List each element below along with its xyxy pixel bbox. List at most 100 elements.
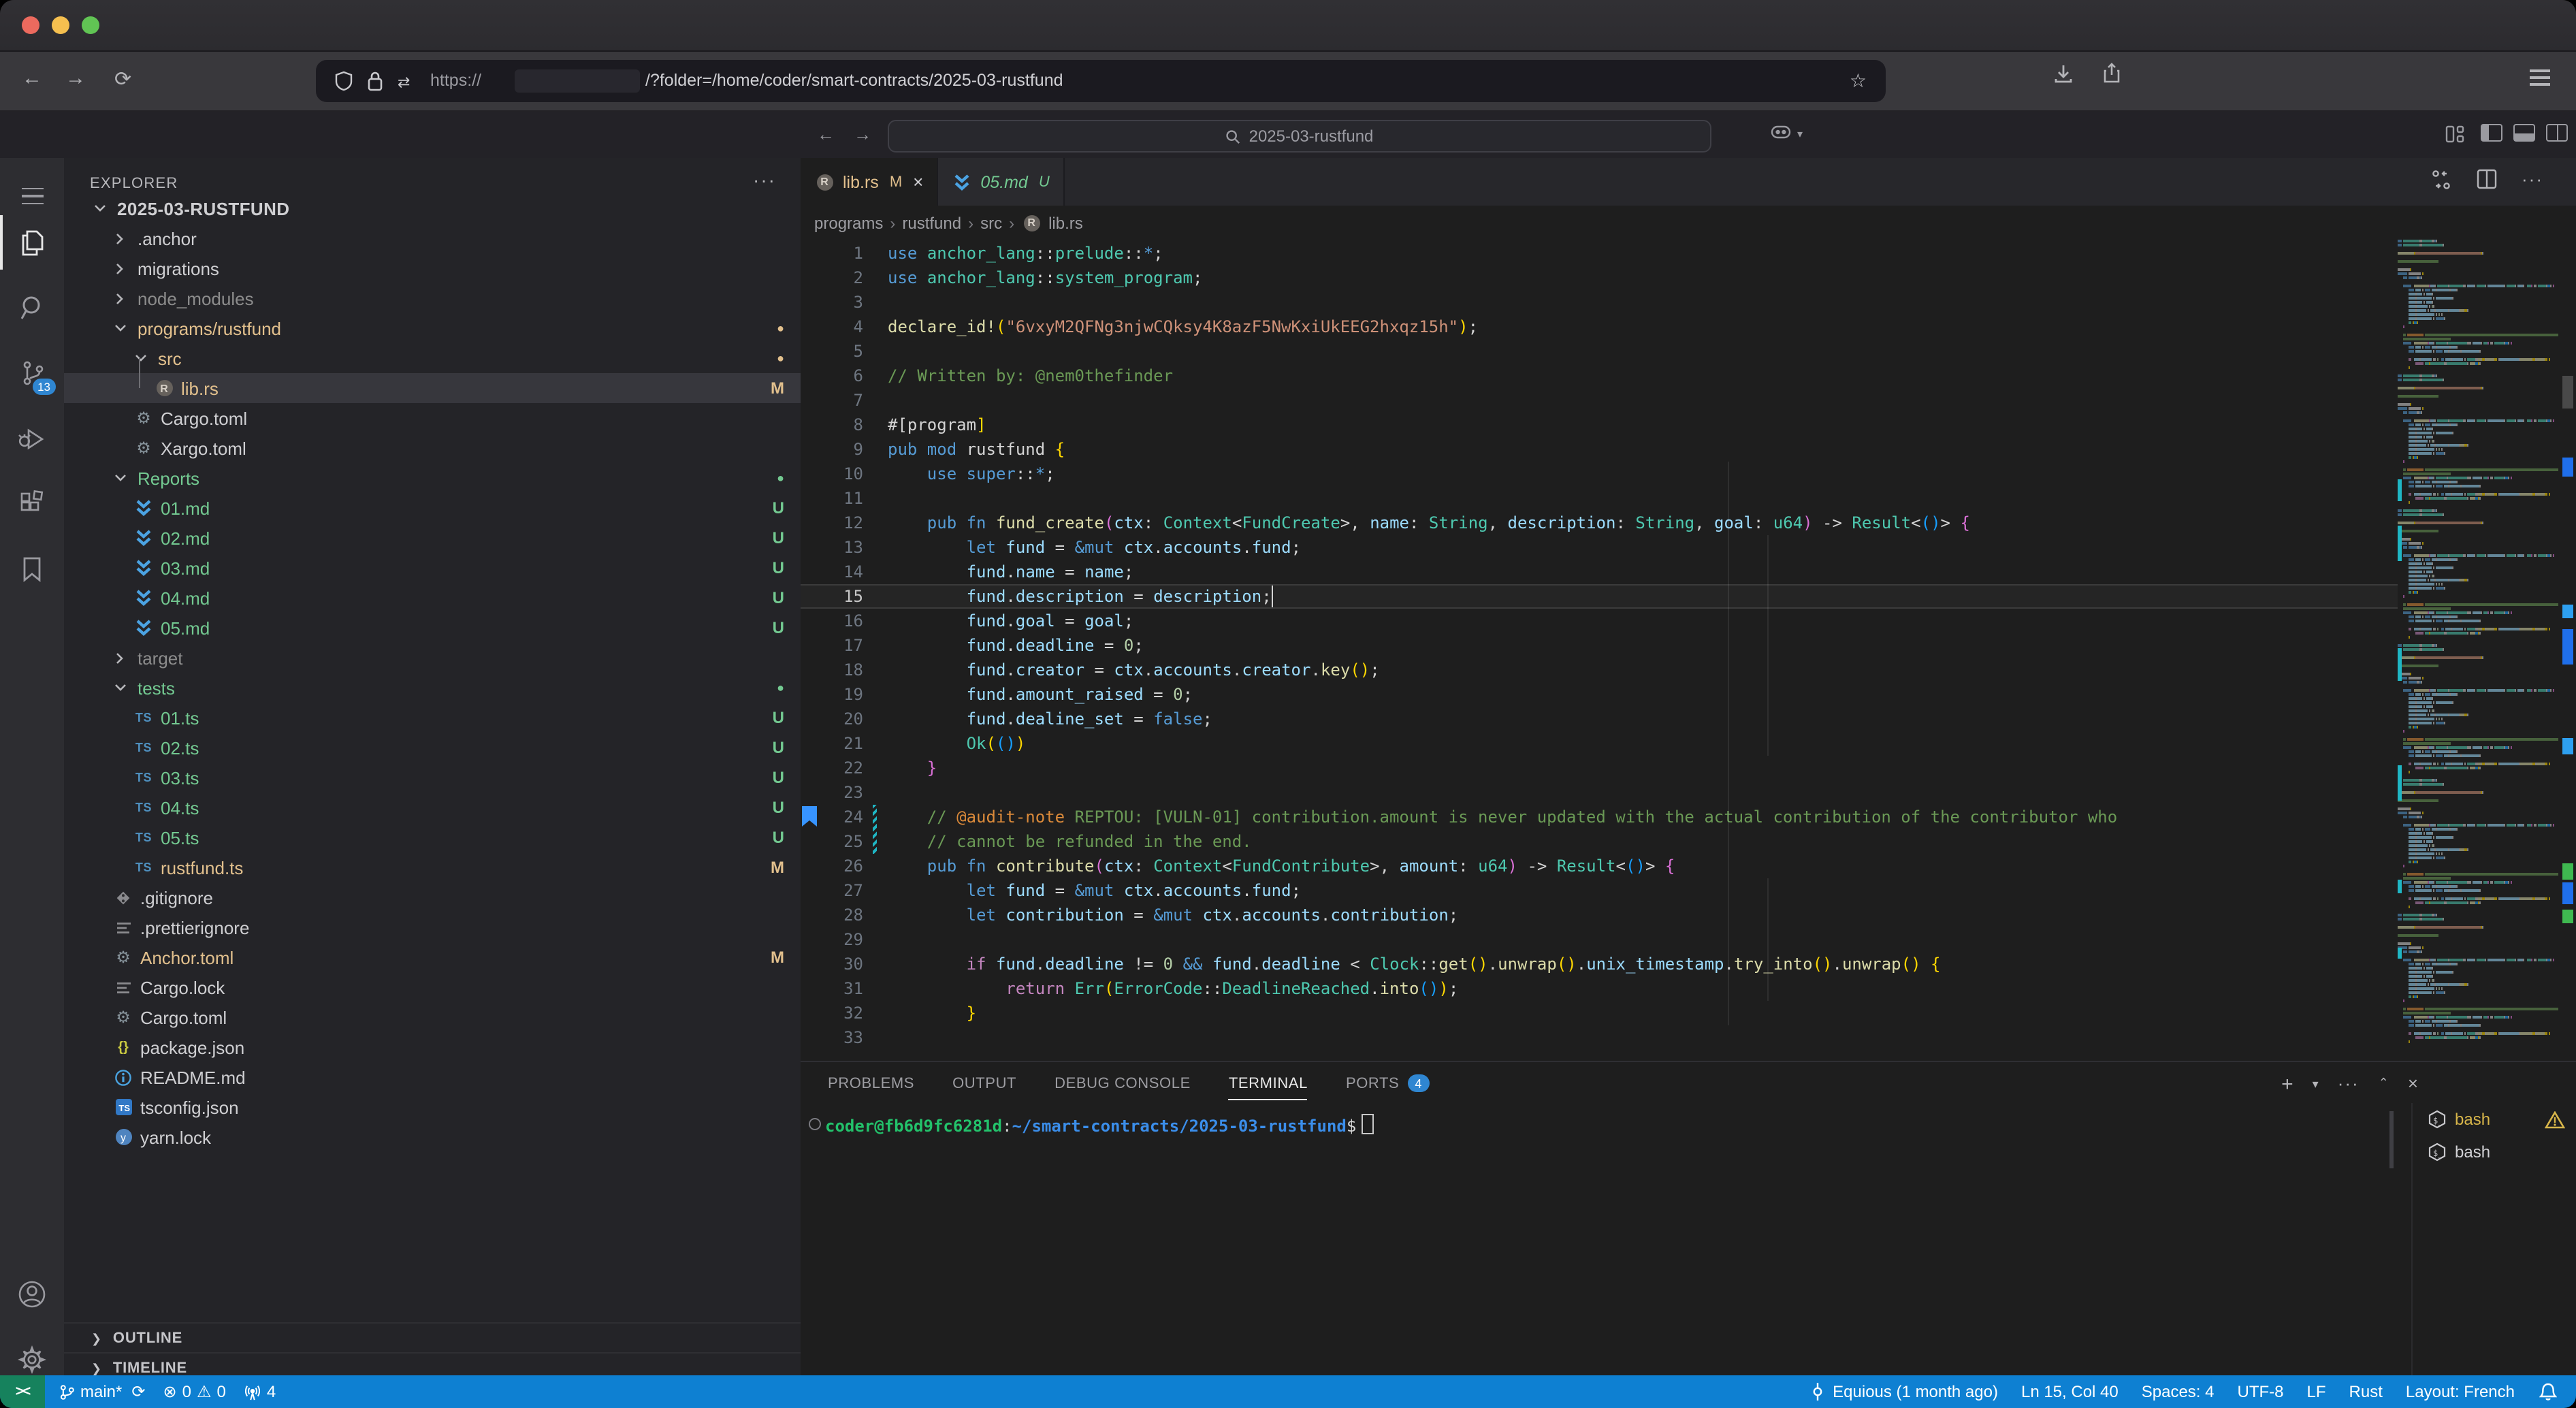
tree-item-01-ts[interactable]: TS01.tsU bbox=[64, 703, 801, 733]
panel-tab-terminal[interactable]: TERMINAL bbox=[1229, 1076, 1308, 1100]
tree-item-03-ts[interactable]: TS03.tsU bbox=[64, 763, 801, 793]
panel-tab-problems[interactable]: PROBLEMS bbox=[828, 1075, 914, 1091]
tree-item-cargo-toml[interactable]: ⚙Cargo.toml bbox=[64, 403, 801, 433]
panel-more-icon[interactable]: ··· bbox=[2338, 1073, 2360, 1096]
tree-item--prettierignore[interactable]: .prettierignore bbox=[64, 912, 801, 942]
terminal-dropdown-icon[interactable]: ▾ bbox=[2313, 1077, 2319, 1096]
tree-item-02-ts[interactable]: TS02.tsU bbox=[64, 733, 801, 763]
lock-icon[interactable] bbox=[368, 71, 383, 91]
tree-item-tests[interactable]: tests● bbox=[64, 673, 801, 703]
tree-item-readme-md[interactable]: README.md bbox=[64, 1062, 801, 1092]
toggle-secondary-sidebar-icon[interactable] bbox=[2546, 124, 2568, 142]
tree-item-anchor-toml[interactable]: ⚙Anchor.tomlM bbox=[64, 942, 801, 972]
explorer-activity-icon[interactable] bbox=[0, 215, 64, 270]
tree-item-04-ts[interactable]: TS04.tsU bbox=[64, 793, 801, 822]
outline-section[interactable]: ❯ OUTLINE bbox=[64, 1322, 801, 1354]
tree-item-cargo-lock[interactable]: Cargo.lock bbox=[64, 972, 801, 1002]
tree-item-2025-03-rustfund[interactable]: 2025-03-RUSTFUND bbox=[64, 193, 801, 223]
status-language-mode[interactable]: Rust bbox=[2349, 1382, 2383, 1401]
tree-item-03-md[interactable]: 03.mdU bbox=[64, 553, 801, 583]
panel-tab-debug-console[interactable]: DEBUG CONSOLE bbox=[1054, 1075, 1191, 1091]
toggle-sidebar-icon[interactable] bbox=[2481, 124, 2502, 142]
copilot-chevron-icon[interactable]: ▾ bbox=[1797, 128, 1803, 140]
overview-ruler[interactable] bbox=[2560, 240, 2576, 1061]
tree-item-04-md[interactable]: 04.mdU bbox=[64, 583, 801, 613]
tree-item-05-md[interactable]: 05.mdU bbox=[64, 613, 801, 643]
breadcrumb-item-src[interactable]: src bbox=[980, 213, 1002, 232]
extensions-activity-icon[interactable] bbox=[0, 477, 64, 531]
copilot-icon[interactable] bbox=[1770, 123, 1792, 142]
customize-layout-icon[interactable] bbox=[2445, 125, 2464, 143]
tree-item--gitignore[interactable]: .gitignore bbox=[64, 882, 801, 912]
tree-item-tsconfig-json[interactable]: TStsconfig.json bbox=[64, 1092, 801, 1122]
tree-item-lib-rs[interactable]: Rlib.rsM bbox=[64, 373, 801, 403]
tree-item-02-md[interactable]: 02.mdU bbox=[64, 523, 801, 553]
close-window-button[interactable] bbox=[22, 16, 39, 34]
tree-item-migrations[interactable]: migrations bbox=[64, 253, 801, 283]
panel-tab-output[interactable]: OUTPUT bbox=[952, 1075, 1016, 1091]
url-bar[interactable]: ⇄ https:// /?folder=/home/coder/smart-co… bbox=[316, 60, 1886, 102]
tab-05-md[interactable]: 05.mdU bbox=[938, 158, 1064, 206]
tree-item-05-ts[interactable]: TS05.tsU bbox=[64, 822, 801, 852]
share-icon[interactable] bbox=[2102, 63, 2121, 84]
terminal-instance-1[interactable]: $_bash bbox=[2413, 1103, 2576, 1136]
browser-menu-icon[interactable] bbox=[2530, 69, 2550, 86]
terminal-scrollbar[interactable] bbox=[2389, 1111, 2394, 1168]
breadcrumb[interactable]: programs›rustfund›src›Rlib.rs bbox=[801, 206, 2576, 240]
problems-item[interactable]: ⊗ 0 ⚠ 0 bbox=[163, 1382, 226, 1401]
code-editor[interactable]: 1use anchor_lang::prelude::*;2use anchor… bbox=[801, 240, 2576, 1061]
terminal-output[interactable]: coder@fb6d9fc6281d:~/smart-contracts/202… bbox=[825, 1114, 1374, 1136]
toggle-panel-icon[interactable] bbox=[2513, 124, 2535, 142]
close-tab-icon[interactable]: × bbox=[913, 172, 923, 192]
minimap[interactable] bbox=[2398, 240, 2560, 1061]
close-panel-icon[interactable]: × bbox=[2408, 1073, 2418, 1096]
shield-icon[interactable] bbox=[335, 71, 353, 91]
bookmarks-activity-icon[interactable] bbox=[0, 542, 64, 596]
git-branch-item[interactable]: main* ⟳ bbox=[59, 1382, 146, 1401]
split-editor-icon[interactable] bbox=[2477, 169, 2497, 191]
forwarded-ports-item[interactable]: 4 bbox=[244, 1382, 276, 1401]
new-terminal-icon[interactable]: + bbox=[2281, 1073, 2293, 1096]
breadcrumb-item-lib.rs[interactable]: lib.rs bbox=[1048, 213, 1083, 232]
status-commit-info[interactable]: Equious (1 month ago) bbox=[1807, 1382, 1998, 1401]
back-button[interactable]: ← bbox=[22, 67, 42, 90]
status-eol[interactable]: LF bbox=[2307, 1382, 2326, 1401]
tree-item-xargo-toml[interactable]: ⚙Xargo.toml bbox=[64, 433, 801, 463]
source-control-activity-icon[interactable]: 13 bbox=[0, 346, 64, 400]
tree-item-programs-rustfund[interactable]: programs/rustfund● bbox=[64, 313, 801, 343]
maximize-panel-icon[interactable]: ⌃ bbox=[2379, 1076, 2389, 1096]
tab-lib-rs[interactable]: Rlib.rsM× bbox=[801, 158, 938, 206]
search-activity-icon[interactable] bbox=[0, 281, 64, 335]
editor-back-icon[interactable]: ← bbox=[817, 124, 835, 144]
tree-item-yarn-lock[interactable]: yyarn.lock bbox=[64, 1122, 801, 1152]
tree-item-target[interactable]: target bbox=[64, 643, 801, 673]
tree-item-reports[interactable]: Reports● bbox=[64, 463, 801, 493]
tree-item--anchor[interactable]: .anchor bbox=[64, 223, 801, 253]
notifications-bell-icon[interactable] bbox=[2538, 1382, 2558, 1401]
downloads-icon[interactable] bbox=[2053, 64, 2074, 84]
status-indentation[interactable]: Spaces: 4 bbox=[2142, 1382, 2215, 1401]
minimize-window-button[interactable] bbox=[52, 16, 69, 34]
tree-item-node-modules[interactable]: node_modules bbox=[64, 283, 801, 313]
zoom-window-button[interactable] bbox=[82, 16, 99, 34]
explorer-more-actions-icon[interactable]: ··· bbox=[753, 169, 776, 191]
status-cursor-position[interactable]: Ln 15, Col 40 bbox=[2021, 1382, 2119, 1401]
breadcrumb-item-programs[interactable]: programs bbox=[814, 213, 883, 232]
accounts-icon[interactable] bbox=[0, 1266, 64, 1321]
reload-button[interactable]: ⟳ bbox=[114, 67, 131, 91]
tree-item-src[interactable]: src● bbox=[64, 343, 801, 373]
terminal-instance-2[interactable]: $_bash bbox=[2413, 1136, 2576, 1168]
tree-item-01-md[interactable]: 01.mdU bbox=[64, 493, 801, 523]
open-changes-icon[interactable] bbox=[2430, 169, 2452, 191]
remote-indicator[interactable]: >< bbox=[0, 1375, 45, 1408]
forward-button[interactable]: → bbox=[65, 67, 86, 90]
tree-item-package-json[interactable]: {}package.json bbox=[64, 1032, 801, 1062]
editor-forward-icon[interactable]: → bbox=[854, 124, 871, 144]
status-encoding[interactable]: UTF-8 bbox=[2238, 1382, 2284, 1401]
more-actions-icon[interactable]: ··· bbox=[2522, 169, 2543, 191]
bookmark-star-icon[interactable]: ☆ bbox=[1850, 69, 1867, 93]
status-keyboard-layout[interactable]: Layout: French bbox=[2406, 1382, 2515, 1401]
tree-item-rustfund-ts[interactable]: TSrustfund.tsM bbox=[64, 852, 801, 882]
panel-tab-ports[interactable]: PORTS4 bbox=[1346, 1074, 1430, 1092]
command-center-search[interactable]: 2025-03-rustfund bbox=[888, 120, 1711, 153]
